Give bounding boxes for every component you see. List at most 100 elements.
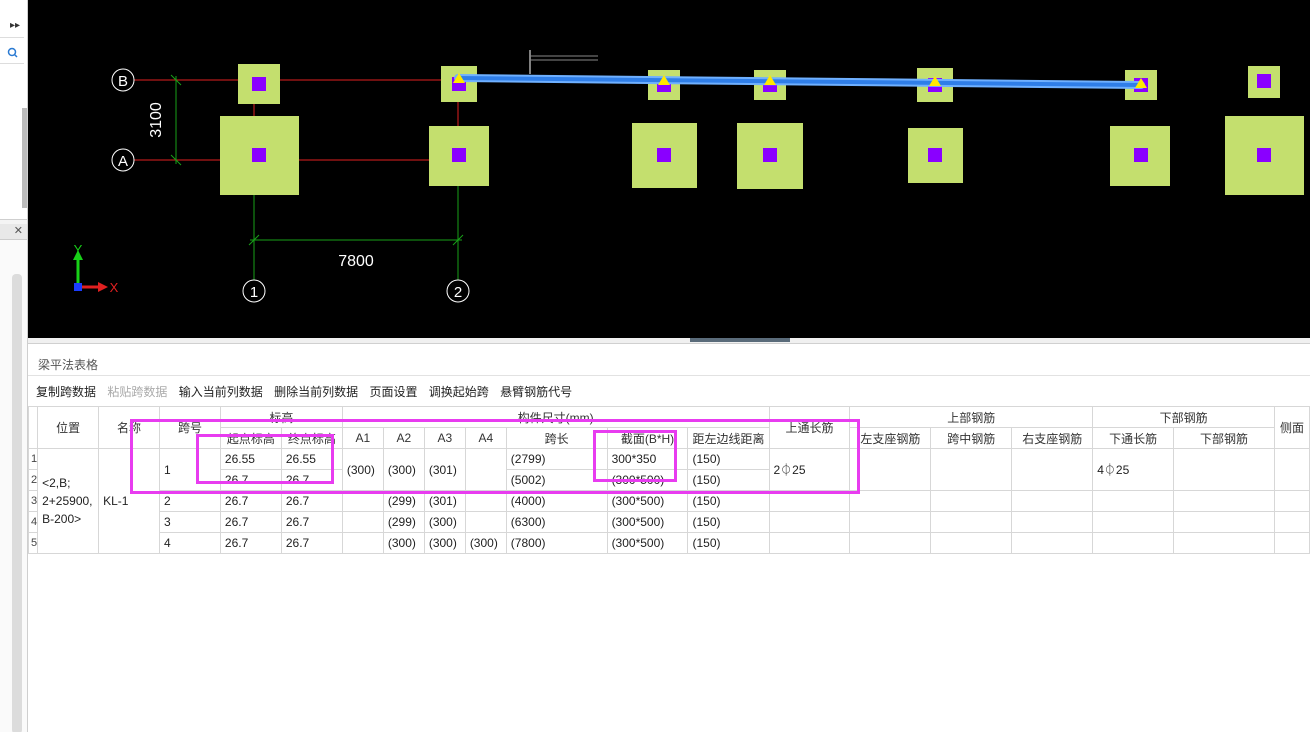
offset-cell[interactable]: (150) xyxy=(687,448,770,470)
end-elev-cell[interactable]: 26.7 xyxy=(280,511,343,533)
a2-cell[interactable]: (300) xyxy=(382,532,425,554)
top-through-cell[interactable] xyxy=(768,511,851,533)
left-seat-cell[interactable] xyxy=(849,448,932,491)
top-through-cell[interactable] xyxy=(768,532,851,554)
span-len-cell[interactable]: (2799) xyxy=(505,448,608,470)
left-seat-cell[interactable] xyxy=(849,490,932,512)
input-column-button[interactable]: 输入当前列数据 xyxy=(175,380,267,404)
delete-column-button[interactable]: 删除当前列数据 xyxy=(270,380,362,404)
table-row[interactable]: 3 2 26.7 26.7 (299) (301) (4000) (300*50… xyxy=(27,490,1310,512)
drawing-area[interactable]: B A 1 2 3100 7800 Y X xyxy=(28,0,1310,338)
a1-cell[interactable] xyxy=(341,490,384,512)
table-row[interactable]: 5 4 26.7 26.7 (300) (300) (300) (7800) (… xyxy=(27,532,1310,554)
left-seat-cell[interactable] xyxy=(849,511,932,533)
name-cell[interactable]: KL-1 xyxy=(98,448,160,554)
swap-start-span-button[interactable]: 调换起始跨 xyxy=(425,380,493,404)
bottom-through-cell[interactable] xyxy=(1092,511,1175,533)
bottom-through-cell[interactable] xyxy=(1092,490,1175,512)
section-cell[interactable]: (300*500) xyxy=(606,469,689,491)
mid-span-cell[interactable] xyxy=(930,490,1013,512)
span-len-cell[interactable]: (4000) xyxy=(505,490,608,512)
splitter-grip[interactable] xyxy=(690,338,790,342)
a4-cell[interactable] xyxy=(464,511,507,533)
bottom-rebar-cell[interactable] xyxy=(1173,532,1275,554)
right-seat-cell[interactable] xyxy=(1011,532,1094,554)
span-len-cell[interactable]: (5002) xyxy=(505,469,608,491)
span-cell[interactable]: 3 xyxy=(159,511,221,533)
bottom-through-cell[interactable]: 4⏀25 xyxy=(1092,448,1175,491)
span-cell[interactable]: 4 xyxy=(159,532,221,554)
a3-cell[interactable]: (301) xyxy=(423,448,466,491)
a3-cell[interactable]: (300) xyxy=(423,511,466,533)
offset-cell[interactable]: (150) xyxy=(687,532,770,554)
end-elev-cell[interactable]: 26.7 xyxy=(280,469,343,491)
offset-cell[interactable]: (150) xyxy=(687,469,770,491)
a1-cell[interactable] xyxy=(341,511,384,533)
close-icon[interactable]: ✕ xyxy=(14,224,23,237)
paste-span-button[interactable]: 粘贴跨数据 xyxy=(103,380,171,404)
position-cell[interactable]: <2,B; 2+25900, B-200> xyxy=(37,448,100,554)
span-len-cell[interactable]: (6300) xyxy=(505,511,608,533)
section-cell[interactable]: (300*500) xyxy=(606,532,689,554)
a3-cell[interactable]: (301) xyxy=(423,490,466,512)
side-cell[interactable] xyxy=(1273,511,1310,533)
a2-cell[interactable]: (299) xyxy=(382,490,425,512)
header-offset: 距左边线距离 xyxy=(687,427,770,449)
a1-cell[interactable]: (300) xyxy=(341,448,384,491)
side-cell[interactable] xyxy=(1273,490,1310,512)
bottom-through-cell[interactable] xyxy=(1092,532,1175,554)
bottom-rebar-cell[interactable] xyxy=(1173,448,1275,491)
left-scrollbar[interactable] xyxy=(12,274,22,732)
top-through-cell[interactable]: 2⏀25 xyxy=(768,448,851,491)
a2-cell[interactable]: (299) xyxy=(382,511,425,533)
start-elev-cell[interactable]: 26.7 xyxy=(219,469,282,491)
end-elev-cell[interactable]: 26.55 xyxy=(280,448,343,470)
offset-cell[interactable]: (150) xyxy=(687,490,770,512)
start-elev-cell[interactable]: 26.55 xyxy=(219,448,282,470)
mid-span-cell[interactable] xyxy=(930,532,1013,554)
start-elev-cell[interactable]: 26.7 xyxy=(219,490,282,512)
start-elev-cell[interactable]: 26.7 xyxy=(219,511,282,533)
top-through-cell[interactable] xyxy=(768,490,851,512)
span-cell[interactable]: 1 xyxy=(159,448,221,491)
side-cell[interactable] xyxy=(1273,532,1310,554)
cad-canvas[interactable]: B A 1 2 3100 7800 Y X xyxy=(28,0,1310,338)
a4-cell[interactable]: (300) xyxy=(464,532,507,554)
a4-cell[interactable] xyxy=(464,490,507,512)
page-setup-button[interactable]: 页面设置 xyxy=(365,380,421,404)
bottom-rebar-cell[interactable] xyxy=(1173,490,1275,512)
cantilever-code-button[interactable]: 悬臂钢筋代号 xyxy=(496,380,576,404)
span-len-cell[interactable]: (7800) xyxy=(505,532,608,554)
offset-cell[interactable]: (150) xyxy=(687,511,770,533)
start-elev-cell[interactable]: 26.7 xyxy=(219,532,282,554)
side-cell[interactable] xyxy=(1273,448,1310,491)
expand-button[interactable]: ▸▸ xyxy=(0,18,24,38)
section-cell[interactable]: (300*500) xyxy=(606,490,689,512)
copy-span-button[interactable]: 复制跨数据 xyxy=(32,380,100,404)
search-box[interactable] xyxy=(0,42,24,64)
right-seat-cell[interactable] xyxy=(1011,511,1094,533)
mid-span-cell[interactable] xyxy=(930,448,1013,491)
a3-cell[interactable]: (300) xyxy=(423,532,466,554)
a4-cell[interactable] xyxy=(464,448,507,491)
left-splitter-handle[interactable] xyxy=(22,108,27,208)
section-cell[interactable]: (300*500) xyxy=(606,511,689,533)
bottom-rebar-cell[interactable] xyxy=(1173,511,1275,533)
header-dims: 构件尺寸(mm) xyxy=(341,406,770,428)
position-line: <2,B; xyxy=(42,476,71,490)
end-elev-cell[interactable]: 26.7 xyxy=(280,490,343,512)
table-row[interactable]: 1 <2,B; 2+25900, B-200> KL-1 1 26.55 26.55… xyxy=(27,448,1310,554)
ucs-x-label: X xyxy=(110,280,119,295)
left-panel: ▸▸ ✕ xyxy=(0,0,28,732)
mid-span-cell[interactable] xyxy=(930,511,1013,533)
end-elev-cell[interactable]: 26.7 xyxy=(280,532,343,554)
span-cell[interactable]: 2 xyxy=(159,490,221,512)
table-row[interactable]: 4 3 26.7 26.7 (299) (300) (6300) (300*50… xyxy=(27,511,1310,533)
a1-cell[interactable] xyxy=(341,532,384,554)
right-seat-cell[interactable] xyxy=(1011,490,1094,512)
section-cell[interactable]: 300*350 xyxy=(606,448,689,470)
left-seat-cell[interactable] xyxy=(849,532,932,554)
right-seat-cell[interactable] xyxy=(1011,448,1094,491)
panel-splitter[interactable] xyxy=(28,338,1310,344)
a2-cell[interactable]: (300) xyxy=(382,448,425,491)
